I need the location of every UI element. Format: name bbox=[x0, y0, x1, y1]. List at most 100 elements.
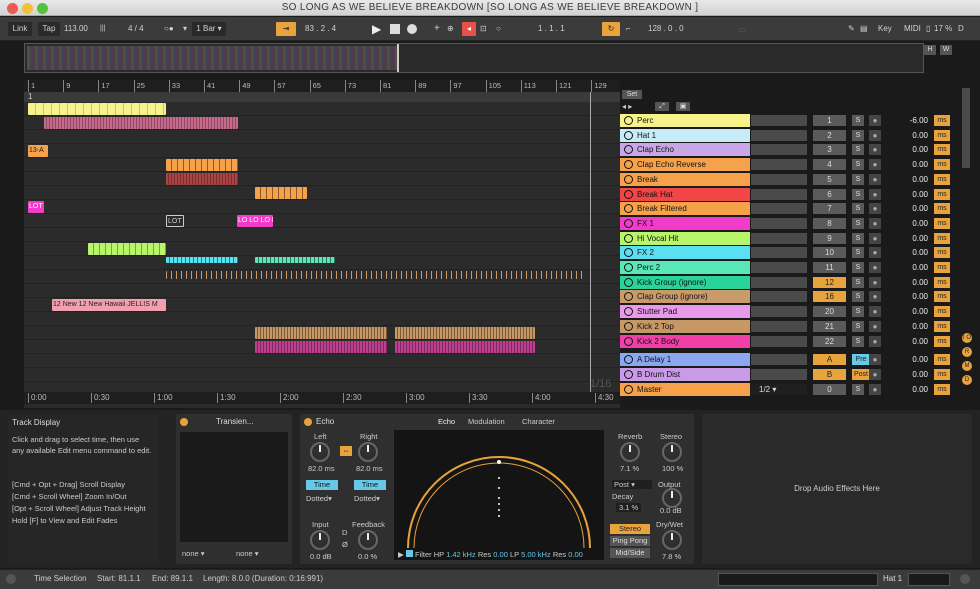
session-record-icon[interactable]: ○ bbox=[496, 22, 501, 36]
arrangement-overview[interactable] bbox=[24, 43, 924, 73]
solo-button[interactable]: S bbox=[852, 291, 864, 303]
arm-button[interactable]: ● bbox=[869, 129, 881, 141]
track-volume[interactable]: 0.00 bbox=[898, 173, 928, 186]
track-volume[interactable]: 0.00 bbox=[898, 276, 928, 289]
overdub-icon[interactable]: + bbox=[434, 22, 440, 36]
track-volume[interactable]: 0.00 bbox=[898, 261, 928, 274]
track-row[interactable]: Break Filtered 7 S ● 0.00 ms bbox=[620, 202, 960, 216]
track-activator-icon[interactable] bbox=[624, 116, 633, 125]
sync-mode-right[interactable]: Dotted▾ bbox=[354, 494, 380, 503]
track-delay-button[interactable]: ms bbox=[934, 247, 950, 259]
dry-wet-knob[interactable] bbox=[662, 530, 682, 550]
track-row[interactable]: Stutter Pad 20 S ● 0.00 ms bbox=[620, 305, 960, 319]
pencil-icon[interactable]: ✎ bbox=[848, 22, 855, 36]
key-map-button[interactable]: Key bbox=[878, 22, 892, 36]
arm-button[interactable]: ● bbox=[869, 159, 881, 171]
track-volume[interactable]: 0.00 bbox=[898, 129, 928, 142]
track-activator-icon[interactable] bbox=[624, 292, 633, 302]
track-delay-button[interactable]: ms bbox=[934, 129, 950, 141]
clip-kick-2-top-b[interactable] bbox=[395, 327, 535, 339]
track-volume[interactable]: 0.00 bbox=[898, 353, 928, 366]
clip-fx-2[interactable] bbox=[166, 257, 238, 263]
track-name[interactable]: Break Hat bbox=[620, 187, 750, 201]
track-activator-button[interactable]: 16 bbox=[813, 291, 846, 303]
track-delay-button[interactable]: ms bbox=[934, 262, 950, 273]
track-name[interactable]: Clap Echo Reverse bbox=[620, 158, 750, 172]
reverb-position-select[interactable]: Post ▾ bbox=[612, 480, 652, 489]
solo-button[interactable]: S bbox=[852, 383, 864, 395]
clip-13-a[interactable]: 13-A bbox=[28, 145, 48, 157]
left-knob[interactable] bbox=[310, 442, 330, 462]
clip-hawaii[interactable]: 12 New 12 New Hawaii JELLIS M bbox=[52, 299, 166, 311]
track-delay-button[interactable]: ms bbox=[934, 335, 950, 347]
midi-map-button[interactable]: MIDI bbox=[904, 22, 921, 36]
track-name[interactable]: Clap Group (ignore) bbox=[620, 290, 750, 304]
solo-button[interactable]: S bbox=[852, 276, 864, 288]
quantize-dropdown-icon[interactable]: ▾ bbox=[183, 22, 187, 36]
track-input-box[interactable] bbox=[751, 306, 807, 318]
keyboard-icon[interactable]: ▤ bbox=[860, 22, 868, 36]
clip-kick-2-body-b[interactable] bbox=[395, 341, 535, 353]
track-volume[interactable]: 0.00 bbox=[898, 368, 928, 381]
track-activator-button[interactable]: 7 bbox=[813, 203, 846, 215]
arm-button[interactable]: ● bbox=[869, 203, 881, 215]
track-activator-button[interactable]: 20 bbox=[813, 306, 846, 318]
d-button[interactable]: D bbox=[342, 528, 347, 537]
track-input-box[interactable] bbox=[751, 320, 807, 332]
detail-toggle-icon[interactable] bbox=[960, 574, 970, 584]
arm-button[interactable]: ● bbox=[869, 115, 881, 126]
track-row[interactable]: Kick Group (ignore) 12 S ● 0.00 ms bbox=[620, 275, 960, 290]
track-volume[interactable]: 0.00 bbox=[898, 158, 928, 171]
track-delay-button[interactable]: ms bbox=[934, 383, 950, 395]
follow-button[interactable]: ⇥ bbox=[276, 22, 296, 36]
mid-side-mode-button[interactable]: Mid/Side bbox=[610, 548, 650, 558]
arm-button[interactable]: ● bbox=[869, 144, 881, 156]
track-row[interactable]: FX 2 10 S ● 0.00 ms bbox=[620, 246, 960, 260]
track-name[interactable]: Kick 2 Body bbox=[620, 334, 750, 348]
arm-button[interactable]: ● bbox=[869, 173, 881, 185]
track-activator-button[interactable]: 2 bbox=[813, 129, 846, 141]
track-activator-icon[interactable] bbox=[624, 145, 633, 155]
input-knob[interactable] bbox=[310, 530, 330, 550]
track-name[interactable]: Perc 2 bbox=[620, 261, 750, 274]
track-delay-button[interactable]: ms bbox=[934, 306, 950, 318]
clip-hat-1[interactable] bbox=[44, 117, 238, 129]
track-name[interactable]: FX 1 bbox=[620, 216, 750, 230]
solo-button[interactable]: S bbox=[852, 129, 864, 141]
track-activator-icon[interactable] bbox=[624, 384, 633, 394]
track-activator-icon[interactable] bbox=[624, 218, 633, 228]
stop-icon[interactable] bbox=[390, 24, 400, 34]
clip-perc[interactable] bbox=[28, 103, 166, 115]
solo-button[interactable]: S bbox=[852, 335, 864, 347]
loop-start-field[interactable]: 1 . 1 . 1 bbox=[538, 22, 598, 36]
solo-button[interactable]: S bbox=[852, 306, 864, 318]
solo-button[interactable]: S bbox=[852, 173, 864, 185]
track-input-box[interactable] bbox=[751, 232, 807, 244]
track-row[interactable]: Clap Group (ignore) 16 S ● 0.00 ms bbox=[620, 290, 960, 304]
track-input-box[interactable] bbox=[751, 173, 807, 185]
solo-button[interactable]: S bbox=[852, 159, 864, 171]
track-volume[interactable]: 0.00 bbox=[898, 232, 928, 245]
track-row[interactable]: Kick 2 Body 22 S ● 0.00 ms bbox=[620, 334, 960, 349]
track-delay-button[interactable]: ms bbox=[934, 320, 950, 332]
track-volume[interactable]: 0.00 bbox=[898, 188, 928, 201]
echo-power-icon[interactable] bbox=[304, 418, 312, 426]
solo-button[interactable]: S bbox=[852, 144, 864, 156]
track-volume[interactable]: 0.00 bbox=[898, 217, 928, 230]
punch-icon[interactable]: ⌐ bbox=[626, 22, 631, 36]
track-name[interactable]: Kick 2 Top bbox=[620, 319, 750, 333]
track-input-box[interactable] bbox=[751, 115, 807, 126]
track-row[interactable]: FX 1 8 S ● 0.00 ms bbox=[620, 216, 960, 231]
track-volume[interactable]: 0.00 bbox=[898, 305, 928, 318]
track-activator-button[interactable]: 10 bbox=[813, 247, 846, 259]
loop-switch-button[interactable]: ↻ bbox=[602, 22, 620, 36]
beat-ruler[interactable]: 1 9 17 25 33 41 49 57 65 73 81 89 97 105 113 121 129 bbox=[24, 80, 620, 92]
stereo-mode-button[interactable]: Stereo bbox=[610, 524, 650, 534]
track-activator-icon[interactable] bbox=[624, 277, 633, 287]
time-mode-left-button[interactable]: Time bbox=[306, 480, 338, 490]
arm-button[interactable]: ● bbox=[869, 232, 881, 244]
solo-button[interactable]: S bbox=[852, 188, 864, 200]
track-activator-button[interactable]: 12 bbox=[813, 276, 846, 288]
link-channels-icon[interactable]: ⇔ bbox=[340, 446, 352, 456]
track-activator-icon[interactable] bbox=[624, 204, 633, 214]
